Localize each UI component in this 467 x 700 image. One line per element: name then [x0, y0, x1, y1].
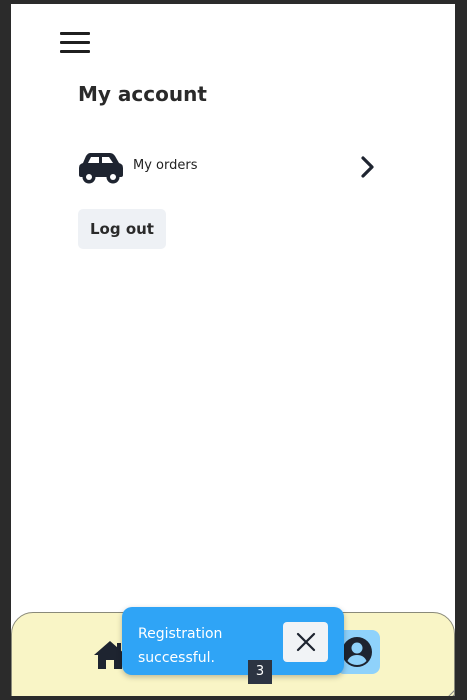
- account-icon: [342, 637, 372, 667]
- close-icon: [296, 632, 315, 652]
- toast-count-badge: 3: [248, 660, 272, 684]
- hamburger-line: [60, 41, 90, 44]
- hamburger-line: [60, 50, 90, 53]
- browser-frame: My account My orders Log out Registratio…: [0, 0, 467, 700]
- car-icon: [79, 153, 123, 184]
- hamburger-line: [60, 32, 90, 35]
- resize-grip-icon[interactable]: [447, 688, 455, 696]
- app-viewport: My account My orders Log out Registratio…: [11, 4, 455, 696]
- logout-button[interactable]: Log out: [78, 209, 166, 249]
- chevron-right-icon: [361, 156, 374, 178]
- page-title: My account: [78, 82, 207, 106]
- my-orders-label: My orders: [133, 158, 198, 173]
- my-orders-link[interactable]: My orders: [78, 144, 378, 188]
- toast-notification: Registration successful. 3: [122, 607, 344, 684]
- toast-close-button[interactable]: [283, 622, 328, 662]
- hamburger-menu-icon[interactable]: [60, 31, 90, 55]
